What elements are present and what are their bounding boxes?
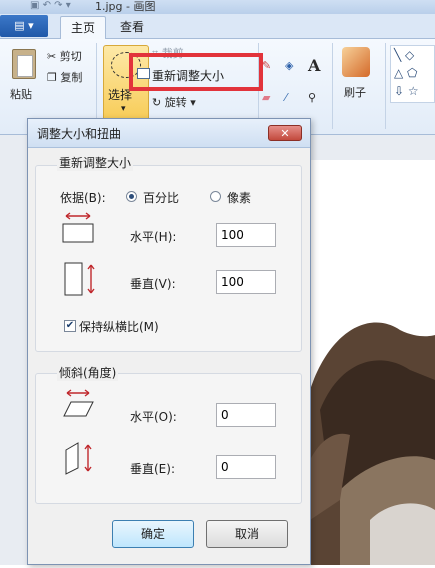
scissors-icon: ✂ xyxy=(47,50,60,63)
dialog-title-bar: 调整大小和扭曲 ✕ xyxy=(28,119,310,148)
group-separator xyxy=(385,43,386,129)
pixels-label[interactable]: 像素 xyxy=(227,189,251,206)
rotate-icon: ↻ xyxy=(152,96,165,109)
resize-button[interactable]: 重新调整大小 xyxy=(152,67,224,84)
resize-horizontal-label: 水平(H): xyxy=(130,230,177,244)
paste-icon[interactable] xyxy=(12,49,36,79)
fill-icon[interactable]: ◈ xyxy=(285,59,293,72)
skew-vertical-icon xyxy=(64,440,98,476)
resize-icon xyxy=(137,68,150,79)
image-canvas[interactable] xyxy=(310,160,435,565)
ribbon-tabs: ▤ ▾ 主页 查看 xyxy=(0,14,435,39)
brushes-button[interactable]: 刷子 xyxy=(344,84,366,100)
skew-horizontal-input[interactable] xyxy=(216,403,276,427)
pixels-radio[interactable] xyxy=(210,191,221,202)
rotate-button[interactable]: ↻ 旋转 ▾ xyxy=(152,94,196,110)
skew-vertical-input[interactable] xyxy=(216,455,276,479)
percent-label[interactable]: 百分比 xyxy=(143,189,179,206)
group-separator xyxy=(96,43,97,129)
horizontal-resize-icon xyxy=(61,212,95,244)
pencil-icon[interactable]: ✎ xyxy=(262,59,271,72)
resize-vertical-label: 垂直(V): xyxy=(130,277,176,291)
percent-radio[interactable] xyxy=(126,191,137,202)
ok-button[interactable]: 确定 xyxy=(112,520,194,548)
skew-horizontal-label: 水平(O): xyxy=(130,410,177,424)
magnifier-icon[interactable]: ⚲ xyxy=(308,91,316,104)
copy-button[interactable]: ❐ 复制 xyxy=(47,69,82,85)
group-separator xyxy=(332,43,333,129)
brush-icon[interactable] xyxy=(342,47,370,77)
skew-horizontal-icon xyxy=(61,388,97,420)
color-picker-icon[interactable]: ⁄ xyxy=(285,91,287,104)
title-bar: ▣ ↶ ↷ ▾ 1.jpg - 画图 xyxy=(0,0,435,15)
vertical-resize-icon xyxy=(64,261,98,299)
close-icon: ✕ xyxy=(280,127,290,140)
resize-skew-dialog: 调整大小和扭曲 ✕ 重新调整大小 依据(B): 百分比 像素 水平(H): 10… xyxy=(27,118,311,565)
dialog-title: 调整大小和扭曲 xyxy=(37,127,122,141)
resize-group-title: 重新调整大小 xyxy=(57,154,134,171)
file-menu-button[interactable]: ▤ ▾ xyxy=(0,15,48,37)
close-button[interactable]: ✕ xyxy=(268,125,302,141)
chevron-down-icon: ▾ xyxy=(121,104,126,114)
resize-vertical-input[interactable] xyxy=(216,270,276,294)
resize-horizontal-input[interactable] xyxy=(216,223,276,247)
cancel-button[interactable]: 取消 xyxy=(206,520,288,548)
keep-ratio-checkbox[interactable]: ✔ xyxy=(64,320,76,332)
window-title: 1.jpg - 画图 xyxy=(95,0,156,13)
skew-group-title: 倾斜(角度) xyxy=(57,364,119,381)
eraser-icon[interactable]: ▰ xyxy=(262,91,270,104)
by-label: 依据(B): xyxy=(60,191,106,205)
file-menu-icon: ▤ xyxy=(14,19,29,32)
quick-access-icons[interactable]: ▣ ↶ ↷ ▾ xyxy=(30,0,71,11)
keep-ratio-label[interactable]: 保持纵横比(M) xyxy=(79,318,159,335)
tab-view[interactable]: 查看 xyxy=(110,16,154,38)
text-icon[interactable]: A xyxy=(308,56,320,75)
checkmark-icon: ✔ xyxy=(65,320,75,331)
paste-button[interactable]: 粘贴 xyxy=(10,86,32,102)
dialog-body: 重新调整大小 依据(B): 百分比 像素 水平(H): 垂直(V): ✔ xyxy=(28,148,310,564)
skew-vertical-label: 垂直(E): xyxy=(130,462,175,476)
fur-image xyxy=(310,160,435,565)
copy-icon: ❐ xyxy=(47,71,61,84)
shapes-gallery[interactable]: ╲ ◇ △ ⬠ ⇩ ☆ xyxy=(390,45,435,103)
cut-button[interactable]: ✂ 剪切 xyxy=(47,48,82,64)
tab-home[interactable]: 主页 xyxy=(60,16,107,39)
